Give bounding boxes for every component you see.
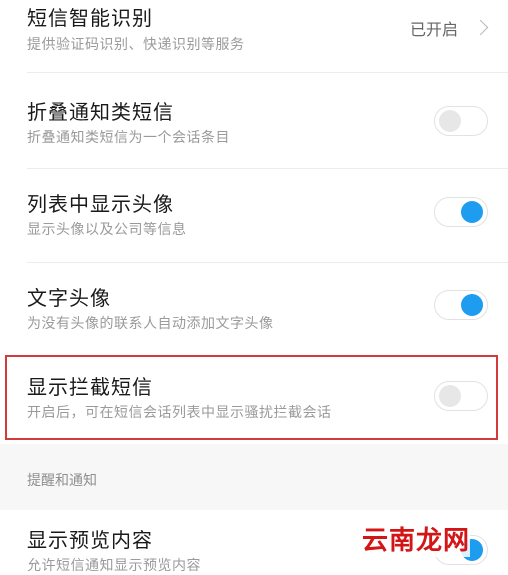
text-avatar-toggle[interactable] bbox=[434, 290, 488, 320]
setting-title: 显示拦截短信 bbox=[27, 375, 153, 399]
site-watermark: 云南龙网 bbox=[361, 520, 470, 557]
setting-title: 文字头像 bbox=[27, 286, 111, 310]
fold-notification-sms-toggle[interactable] bbox=[434, 106, 488, 136]
chevron-right-icon bbox=[472, 19, 489, 36]
setting-subtitle: 显示头像以及公司等信息 bbox=[27, 222, 187, 238]
divider bbox=[27, 262, 508, 263]
setting-row-sms-smart-recognition[interactable]: 短信智能识别 提供验证码识别、快递识别等服务 已开启 bbox=[0, 0, 508, 70]
setting-row-show-blocked-sms[interactable]: 显示拦截短信 开启后，可在短信会话列表中显示骚扰拦截会话 bbox=[0, 357, 508, 438]
setting-status-value: 已开启 bbox=[409, 20, 458, 39]
setting-subtitle: 提供验证码识别、快递识别等服务 bbox=[27, 37, 245, 53]
setting-subtitle: 允许短信通知显示预览内容 bbox=[27, 558, 201, 574]
divider bbox=[27, 168, 508, 169]
setting-subtitle: 折叠通知类短信为一个会话条目 bbox=[27, 130, 230, 146]
toggle-knob bbox=[461, 294, 483, 316]
divider bbox=[27, 72, 508, 73]
show-blocked-sms-toggle[interactable] bbox=[434, 381, 488, 411]
toggle-knob bbox=[439, 110, 461, 132]
setting-title: 折叠通知类短信 bbox=[27, 100, 174, 124]
toggle-knob bbox=[439, 385, 461, 407]
section-header-reminders: 提醒和通知 bbox=[27, 473, 97, 489]
setting-row-show-avatar-in-list[interactable]: 列表中显示头像 显示头像以及公司等信息 bbox=[0, 175, 508, 263]
show-avatar-toggle[interactable] bbox=[434, 197, 488, 227]
setting-subtitle: 为没有头像的联系人自动添加文字头像 bbox=[27, 316, 274, 332]
setting-title: 短信智能识别 bbox=[27, 6, 153, 30]
setting-title: 列表中显示头像 bbox=[27, 192, 174, 216]
setting-row-text-avatar[interactable]: 文字头像 为没有头像的联系人自动添加文字头像 bbox=[0, 268, 508, 352]
setting-title: 显示预览内容 bbox=[27, 528, 153, 552]
setting-row-fold-notification-sms[interactable]: 折叠通知类短信 折叠通知类短信为一个会话条目 bbox=[0, 80, 508, 170]
setting-subtitle: 开启后，可在短信会话列表中显示骚扰拦截会话 bbox=[27, 405, 332, 421]
toggle-knob bbox=[461, 201, 483, 223]
